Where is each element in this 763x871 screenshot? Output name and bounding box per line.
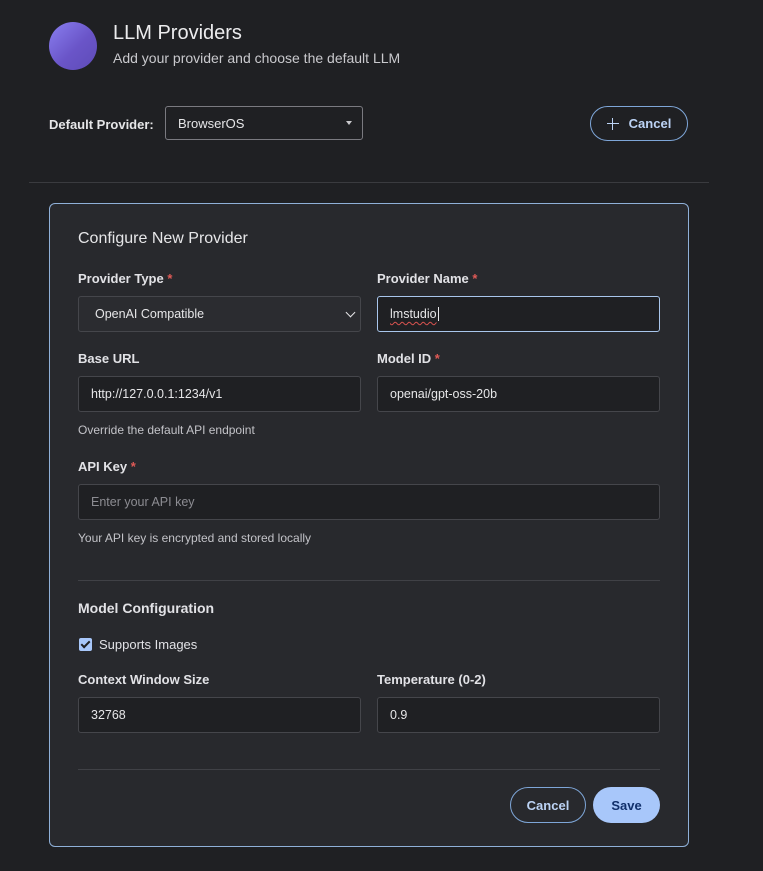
api-key-placeholder: Enter your API key bbox=[91, 495, 195, 509]
plus-icon bbox=[606, 117, 619, 130]
context-window-value: 32768 bbox=[91, 708, 126, 722]
context-window-label: Context Window Size bbox=[78, 672, 210, 687]
supports-images-label: Supports Images bbox=[99, 637, 198, 652]
form-cancel-button[interactable]: Cancel bbox=[510, 787, 586, 823]
base-url-value: http://127.0.0.1:1234/v1 bbox=[91, 387, 223, 401]
provider-name-label: Provider Name * bbox=[377, 271, 478, 286]
api-key-label: API Key * bbox=[78, 459, 136, 474]
temperature-label: Temperature (0-2) bbox=[377, 672, 486, 687]
page-subtitle: Add your provider and choose the default… bbox=[113, 50, 401, 66]
provider-type-label: Provider Type * bbox=[78, 271, 173, 286]
actions-divider bbox=[78, 769, 660, 770]
provider-name-value: lmstudio bbox=[390, 307, 437, 321]
top-cancel-label: Cancel bbox=[628, 116, 672, 131]
configure-provider-card: Configure New Provider Provider Type * O… bbox=[49, 203, 689, 847]
provider-type-value: OpenAI Compatible bbox=[95, 307, 205, 321]
section-divider bbox=[78, 580, 660, 581]
model-id-label: Model ID * bbox=[377, 351, 440, 366]
default-provider-select[interactable]: BrowserOS bbox=[165, 106, 363, 140]
supports-images-checkbox[interactable] bbox=[79, 638, 92, 651]
required-marker: * bbox=[167, 271, 173, 286]
base-url-label: Base URL bbox=[78, 351, 140, 366]
required-marker: * bbox=[434, 351, 440, 366]
model-id-value: openai/gpt-oss-20b bbox=[390, 387, 498, 401]
caret-down-icon bbox=[346, 121, 352, 125]
temperature-input[interactable]: 0.9 bbox=[377, 697, 660, 733]
base-url-help: Override the default API endpoint bbox=[78, 423, 255, 437]
header-divider bbox=[29, 182, 709, 183]
page-title: LLM Providers bbox=[113, 22, 242, 44]
text-cursor bbox=[437, 307, 439, 321]
form-save-button[interactable]: Save bbox=[593, 787, 660, 823]
model-config-title: Model Configuration bbox=[78, 600, 215, 616]
base-url-input[interactable]: http://127.0.0.1:1234/v1 bbox=[78, 376, 361, 412]
chevron-down-icon bbox=[345, 307, 356, 318]
api-key-input[interactable]: Enter your API key bbox=[78, 484, 660, 520]
required-marker: * bbox=[472, 271, 478, 286]
context-window-input[interactable]: 32768 bbox=[78, 697, 361, 733]
default-provider-label: Default Provider: bbox=[49, 117, 154, 132]
model-id-input[interactable]: openai/gpt-oss-20b bbox=[377, 376, 660, 412]
default-provider-value: BrowserOS bbox=[178, 115, 245, 131]
required-marker: * bbox=[130, 459, 136, 474]
provider-name-input[interactable]: lmstudio bbox=[377, 296, 660, 332]
top-cancel-button[interactable]: Cancel bbox=[590, 106, 688, 141]
temperature-value: 0.9 bbox=[390, 708, 408, 722]
provider-type-select[interactable]: OpenAI Compatible bbox=[78, 296, 361, 332]
api-key-help: Your API key is encrypted and stored loc… bbox=[78, 531, 312, 545]
card-title: Configure New Provider bbox=[78, 230, 248, 247]
app-avatar bbox=[49, 22, 97, 70]
